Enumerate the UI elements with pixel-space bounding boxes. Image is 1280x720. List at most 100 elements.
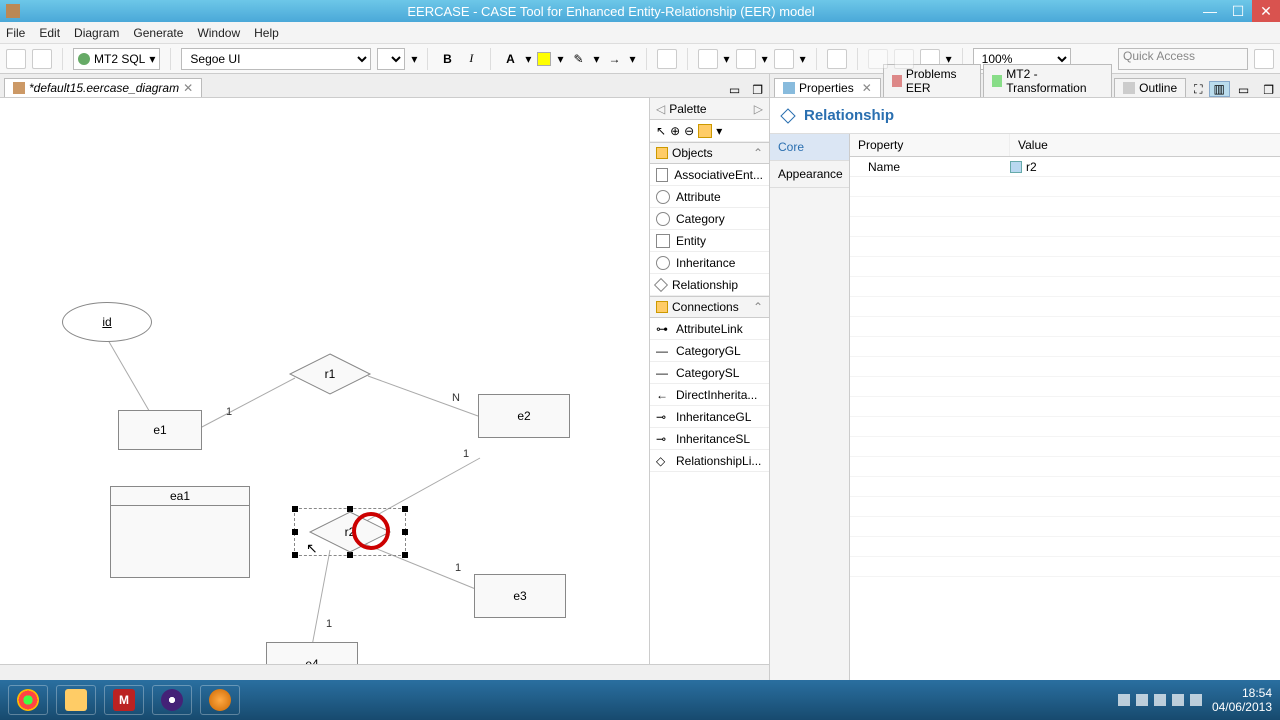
distribute-button[interactable] [736,49,756,69]
maximize-view-icon[interactable]: ❐ [746,83,769,97]
menu-file[interactable]: File [6,26,25,40]
entity-e3[interactable]: e3 [474,574,566,618]
palette-item-category[interactable]: Category [650,208,769,230]
relationship-r1[interactable]: r1 [290,354,370,394]
collapse-icon[interactable]: ⌃ [753,300,763,314]
minimize-view-icon[interactable]: ▭ [723,83,746,97]
palette-header[interactable]: ◁ Palette ▷ [650,98,769,120]
arrow-style-button[interactable]: → [606,52,624,66]
pin-view-icon[interactable]: ▥ [1209,81,1230,97]
palette-item-associativeentity[interactable]: AssociativeEnt... [650,164,769,186]
associative-entity-ea1[interactable]: ea1 [110,486,250,578]
align-button[interactable] [698,49,718,69]
entity-e1[interactable]: e1 [118,410,202,450]
taskbar-explorer[interactable] [56,685,96,715]
taskbar-media[interactable] [200,685,240,715]
tray-battery-icon[interactable] [1190,694,1202,706]
tool-button[interactable] [657,49,677,69]
palette-item-directinherit[interactable]: ←DirectInherita... [650,384,769,406]
menu-help[interactable]: Help [254,26,279,40]
zoom-in-icon[interactable]: ⊕ [670,124,680,138]
palette-collapse-icon[interactable]: ▷ [754,102,763,116]
tray-volume-icon[interactable] [1172,694,1184,706]
pin-button[interactable] [868,49,888,69]
dropdown-icon[interactable]: ▾ [762,52,768,66]
minimize-button[interactable]: — [1196,0,1224,22]
dropdown-icon[interactable]: ▾ [724,52,730,66]
close-button[interactable]: ✕ [1252,0,1280,22]
view-menu-icon[interactable]: ⛶ [1190,82,1206,97]
property-row-name[interactable]: Name r2 [850,157,1280,177]
fill-color-button[interactable] [537,52,551,66]
palette-item-label: AssociativeEnt... [674,168,763,182]
editor-tab[interactable]: *default15.eercase_diagram ✕ [4,78,202,97]
horizontal-scrollbar[interactable] [0,664,769,680]
palette-item-inheritancegl[interactable]: ⊸InheritanceGL [650,406,769,428]
font-select[interactable]: Segoe UI [181,48,371,70]
dropdown-icon[interactable]: ▾ [630,52,636,66]
dropdown-icon[interactable]: ▾ [525,52,531,66]
tab-properties[interactable]: Properties✕ [774,78,881,97]
palette-item-relationshiplink[interactable]: ◇RelationshipLi... [650,450,769,472]
select-tool-icon[interactable]: ↖ [656,124,666,138]
unpin-button[interactable] [894,49,914,69]
taskbar-eclipse[interactable] [152,685,192,715]
tray-icon[interactable] [1136,694,1148,706]
category-core[interactable]: Core [770,134,849,161]
palette-item-attribute[interactable]: Attribute [650,186,769,208]
close-tab-icon[interactable]: ✕ [858,81,872,95]
tray-network-icon[interactable] [1154,694,1166,706]
tab-problems[interactable]: Problems EER [883,64,981,97]
menu-edit[interactable]: Edit [39,26,60,40]
maximize-button[interactable]: ☐ [1224,0,1252,22]
entity-e2[interactable]: e2 [478,394,570,438]
property-name-value[interactable]: r2 [1026,160,1037,174]
category-appearance[interactable]: Appearance [770,161,849,188]
menu-window[interactable]: Window [197,26,240,40]
grid-button[interactable] [827,49,847,69]
palette-item-entity[interactable]: Entity [650,230,769,252]
order-button[interactable] [774,49,794,69]
taskbar-mendeley[interactable]: M [104,685,144,715]
palette-group-connections[interactable]: Connections ⌃ [650,296,769,318]
dropdown-icon[interactable]: ▾ [716,124,722,138]
dropdown-icon[interactable]: ▾ [800,52,806,66]
zoom-out-icon[interactable]: ⊖ [684,124,694,138]
line-color-button[interactable]: ✎ [569,52,587,66]
save-button[interactable] [32,49,52,69]
close-tab-icon[interactable]: ✕ [183,81,193,95]
tab-mt2[interactable]: MT2 - Transformation [983,64,1112,97]
size-dropdown-icon[interactable]: ▾ [411,52,417,66]
attribute-id[interactable]: id [62,302,152,342]
palette-item-categorygl[interactable]: —CategoryGL [650,340,769,362]
note-tool-icon[interactable] [698,124,712,138]
bold-button[interactable]: B [438,52,456,66]
dropdown-icon[interactable]: ▾ [557,52,563,66]
tray-icon[interactable] [1118,694,1130,706]
menu-generate[interactable]: Generate [133,26,183,40]
italic-button[interactable]: I [462,51,480,66]
palette-item-inheritance[interactable]: Inheritance [650,252,769,274]
palette-item-relationship[interactable]: Relationship [650,274,769,296]
palette-item-inheritancesl[interactable]: ⊸InheritanceSL [650,428,769,450]
entity-e4[interactable]: e4 [266,642,358,664]
tab-outline[interactable]: Outline [1114,78,1186,97]
diagram-file-icon [13,82,25,94]
menu-diagram[interactable]: Diagram [74,26,119,40]
minimize-view-icon[interactable]: ▭ [1232,83,1255,97]
system-tray[interactable]: 18:54 04/06/2013 [1118,686,1272,714]
new-button[interactable] [6,49,26,69]
collapse-icon[interactable]: ⌃ [753,146,763,160]
palette-item-attributelink[interactable]: ⊶AttributeLink [650,318,769,340]
quick-access[interactable]: Quick Access [1118,48,1248,70]
perspective-button[interactable] [1254,49,1274,69]
mt2sql-button[interactable]: MT2 SQL ▾ [73,48,160,70]
diagram-canvas[interactable]: id r1 e1 e2 ea1 [0,98,649,664]
font-size-select[interactable]: 9 [377,48,405,70]
dropdown-icon[interactable]: ▾ [593,52,599,66]
maximize-view-icon[interactable]: ❐ [1257,83,1280,97]
font-color-button[interactable]: A [501,52,519,66]
taskbar-chrome[interactable] [8,685,48,715]
palette-group-objects[interactable]: Objects ⌃ [650,142,769,164]
palette-item-categorysl[interactable]: —CategorySL [650,362,769,384]
